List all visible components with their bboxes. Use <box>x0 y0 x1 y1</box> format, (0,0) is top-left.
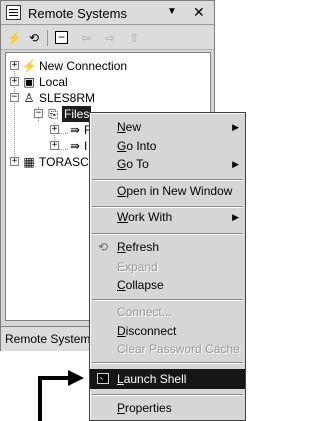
annotation-arrow-head <box>68 370 84 386</box>
mnemonic: C <box>117 278 126 292</box>
menu-item-text: o Into <box>126 139 157 153</box>
menu-item-text: ollapse <box>125 278 164 292</box>
mnemonic: P <box>117 401 126 415</box>
menu-properties[interactable]: Properties <box>90 398 245 418</box>
mnemonic: R <box>117 240 126 254</box>
terminal-icon <box>97 373 109 384</box>
menu-item-label: Go Into <box>117 136 156 156</box>
tree-item-sles8rm[interactable]: − ♙ SLES8RM <box>6 90 210 106</box>
annotation-arrow-stem <box>38 376 42 421</box>
menu-item-text: ew <box>125 120 142 134</box>
menu-new[interactable]: New ▶ <box>90 117 245 137</box>
menu-item-text: o To <box>126 157 149 171</box>
annotation-arrow-shaft <box>38 376 70 380</box>
mnemonic: L <box>117 372 124 386</box>
menu-item-text: pen in New Window <box>126 184 233 198</box>
menu-item-label: Clear Password Cache <box>117 342 240 356</box>
menu-item-label: Disconnect <box>117 321 176 341</box>
new-connection-icon[interactable]: ⚡ <box>5 29 23 47</box>
close-icon[interactable]: ✕ <box>193 4 205 21</box>
mnemonic: W <box>117 210 129 224</box>
remote-systems-view-icon <box>6 5 21 20</box>
menu-item-label: Work With <box>117 207 172 227</box>
menu-item-text: aunch Shell <box>123 372 187 386</box>
menu-launch-shell[interactable]: Launch Shell <box>90 369 245 389</box>
tree-item-local[interactable]: + ▣ Local <box>6 74 210 90</box>
menu-item-label: Properties <box>117 398 172 418</box>
tree-item-label: New Connection <box>39 59 128 73</box>
tree-item-label: TORASC <box>39 155 89 169</box>
linux-system-icon: ♙ <box>23 91 35 105</box>
refresh-icon: ⟲ <box>97 240 109 254</box>
menu-item-text: roperties <box>125 401 172 415</box>
collapse-all-icon[interactable]: − <box>55 31 68 44</box>
files-subsystem-icon: ⎘ <box>48 107 58 121</box>
menu-item-label: Connect... <box>117 305 172 319</box>
menu-open-new-window[interactable]: Open in New Window <box>90 181 245 201</box>
mnemonic: N <box>117 120 126 134</box>
menu-item-text: ork With <box>128 210 173 224</box>
menu-go-to[interactable]: Go To ▶ <box>90 154 245 174</box>
menu-separator <box>92 362 243 364</box>
submenu-arrow-icon: ▶ <box>232 122 239 132</box>
forward-icon[interactable]: ⇨ <box>101 29 119 47</box>
submenu-arrow-icon: ▶ <box>232 159 239 169</box>
mnemonic: G <box>117 157 127 171</box>
view-title-bar: Remote Systems ▼ ✕ <box>1 1 214 25</box>
tree-item-label: Files <box>62 106 92 122</box>
expand-toggle[interactable]: + <box>10 77 19 86</box>
collapse-toggle[interactable]: − <box>10 93 19 102</box>
menu-item-label: Open in New Window <box>117 181 232 201</box>
menu-item-text: efresh <box>125 240 160 254</box>
filter-icon: ⇛ <box>69 139 81 153</box>
collapse-toggle[interactable]: − <box>34 109 43 118</box>
menu-go-into[interactable]: Go Into <box>90 136 245 156</box>
tree-item-new-connection[interactable]: + ⚡ New Connection <box>6 58 210 74</box>
mnemonic: G <box>117 139 127 153</box>
menu-item-label: Expand <box>117 260 158 274</box>
menu-item-label: Go To <box>117 154 149 174</box>
menu-item-text: isconnect <box>125 324 177 338</box>
menu-disconnect[interactable]: Disconnect <box>90 321 245 341</box>
up-icon[interactable]: ⇧ <box>125 29 143 47</box>
menu-work-with[interactable]: Work With ▶ <box>90 207 245 227</box>
expand-toggle[interactable]: + <box>50 141 59 150</box>
menu-item-label: Launch Shell <box>117 369 186 389</box>
menu-item-label: Collapse <box>117 275 164 295</box>
view-title: Remote Systems <box>28 6 127 21</box>
computer-icon: ▣ <box>23 75 35 89</box>
new-connection-icon: ⚡ <box>22 59 37 73</box>
menu-separator <box>92 299 243 301</box>
submenu-arrow-icon: ▶ <box>232 212 239 222</box>
tab-label: Remote Systems <box>5 332 97 346</box>
tree-item-label: I <box>84 139 88 153</box>
mnemonic: O <box>117 184 127 198</box>
menu-collapse[interactable]: Collapse <box>90 275 245 295</box>
expand-toggle[interactable]: + <box>10 157 19 166</box>
menu-separator <box>92 233 243 235</box>
filter-icon: ⇛ <box>69 123 81 137</box>
tree-item-label: SLES8RM <box>39 91 96 105</box>
expand-toggle[interactable]: + <box>10 61 19 70</box>
menu-separator <box>92 394 243 396</box>
view-toolbar: ⚡ ⟲ − ⇦ ⇨ ⇧ <box>1 26 214 50</box>
mnemonic: D <box>117 324 126 338</box>
context-menu: New ▶ Go Into Go To ▶ Open in New Window… <box>89 112 246 421</box>
back-icon[interactable]: ⇦ <box>77 29 95 47</box>
tree-item-label: Local <box>39 75 68 89</box>
menu-item-label: New <box>117 117 141 137</box>
menu-connect[interactable]: Connect... <box>90 302 245 322</box>
menu-item-label: Refresh <box>117 237 159 257</box>
menu-refresh[interactable]: ⟲ Refresh <box>90 237 245 257</box>
menu-expand[interactable]: Expand <box>90 257 245 277</box>
server-icon: ▦ <box>23 155 35 169</box>
menu-clear-password-cache[interactable]: Clear Password Cache <box>90 339 245 359</box>
toolbar-separator <box>47 30 48 46</box>
expand-toggle[interactable]: + <box>50 125 59 134</box>
view-menu-dropdown-icon[interactable]: ▼ <box>167 6 177 17</box>
refresh-icon[interactable]: ⟲ <box>25 29 43 47</box>
